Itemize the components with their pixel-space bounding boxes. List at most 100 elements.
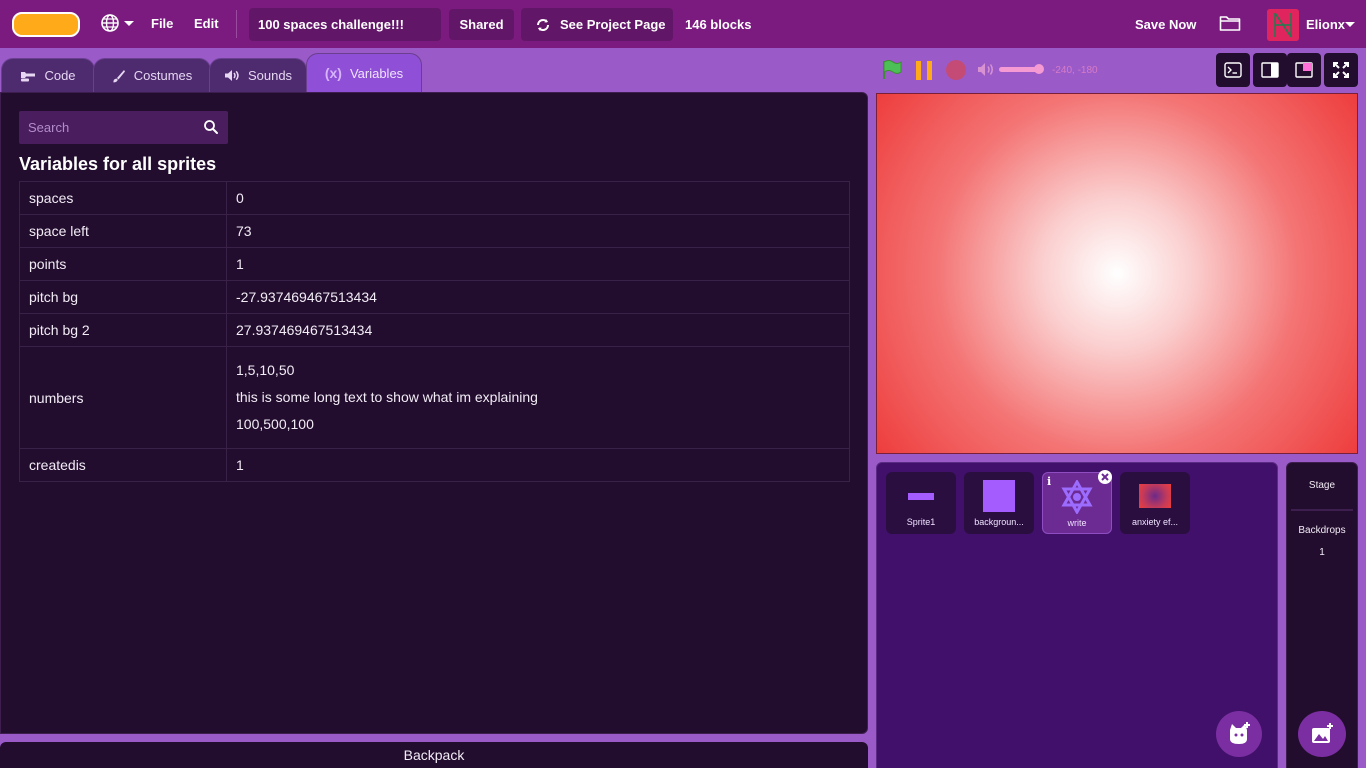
sprite-thumbnail — [1043, 479, 1111, 515]
sprite-card[interactable]: anxiety ef... — [1120, 472, 1190, 534]
variable-value[interactable]: -27.937469467513434 — [226, 280, 850, 314]
variable-name: pitch bg — [19, 280, 227, 314]
search-placeholder: Search — [28, 120, 70, 135]
sprite-thumbnail — [886, 478, 956, 514]
tab-sounds-label: Sounds — [247, 68, 293, 83]
variable-name: space left — [19, 214, 227, 248]
table-row: space left 73 — [19, 214, 850, 248]
search-icon — [204, 120, 218, 134]
variable-icon: (x) — [324, 65, 342, 81]
stage-label: Stage — [1308, 480, 1336, 491]
backdrops-label: Backdrops — [1298, 525, 1346, 536]
list-item: 100,500,100 — [236, 416, 314, 432]
sprite-thumbnail — [964, 478, 1034, 514]
variable-name: pitch bg 2 — [19, 313, 227, 347]
sprite-card[interactable]: Sprite1 — [886, 472, 956, 534]
table-row: pitch bg 2 27.937469467513434 — [19, 313, 850, 347]
menu-bar: File Edit 100 spaces challenge!!! Shared… — [0, 0, 1366, 48]
small-stage-button[interactable] — [1253, 53, 1287, 87]
variables-heading: Variables for all sprites — [19, 154, 217, 174]
terminal-icon — [1224, 62, 1242, 78]
list-item: 1,5,10,50 — [236, 362, 295, 378]
table-row: spaces 0 — [19, 181, 850, 215]
variable-name: points — [19, 247, 227, 281]
username[interactable]: Elionx — [1306, 17, 1345, 32]
globe-icon — [101, 14, 119, 32]
variable-value[interactable]: 1 — [226, 448, 850, 482]
file-menu[interactable]: File — [151, 16, 173, 31]
language-menu[interactable] — [100, 13, 134, 33]
volume-icon[interactable] — [977, 62, 995, 82]
large-stage-button[interactable] — [1287, 53, 1321, 87]
variables-table: spaces 0 space left 73 points 1 pitch bg… — [19, 181, 850, 482]
small-stage-icon — [1261, 62, 1279, 78]
shared-button[interactable]: Shared — [449, 9, 514, 40]
sprite-name: anxiety ef... — [1131, 517, 1179, 527]
volume-slider-handle[interactable] — [1033, 64, 1044, 74]
project-title-input[interactable]: 100 spaces challenge!!! — [249, 8, 441, 41]
table-row: points 1 — [19, 247, 850, 281]
folder-icon[interactable] — [1219, 14, 1241, 37]
search-input[interactable]: Search — [19, 111, 228, 144]
stage-divider — [1291, 509, 1353, 511]
list-value[interactable]: 1,5,10,50 this is some long text to show… — [226, 346, 850, 449]
sprite-name: write — [1067, 518, 1087, 528]
mouse-coordinates: -240, -180 — [1052, 65, 1098, 76]
star-icon — [1061, 480, 1093, 514]
variables-panel: Search Variables for all sprites spaces … — [0, 92, 868, 734]
large-stage-icon — [1295, 62, 1313, 78]
avatar[interactable] — [1267, 9, 1299, 41]
menu-divider — [236, 10, 237, 38]
pause-icon[interactable] — [915, 61, 935, 86]
see-project-page-button[interactable]: See Project Page — [521, 8, 673, 41]
tab-code-label: Code — [44, 68, 76, 83]
add-backdrop-button[interactable] — [1298, 711, 1346, 757]
sprite-card[interactable]: backgroun... — [964, 472, 1034, 534]
table-row: numbers 1,5,10,50 this is some long text… — [19, 346, 850, 449]
stop-icon[interactable] — [946, 60, 966, 80]
fullscreen-button[interactable] — [1324, 53, 1358, 87]
console-button[interactable] — [1216, 53, 1250, 87]
stage-pane[interactable]: Stage Backdrops 1 — [1286, 462, 1358, 768]
sprite-name: Sprite1 — [906, 517, 936, 527]
variable-value[interactable]: 27.937469467513434 — [226, 313, 850, 347]
sprite-pane: Sprite1 backgroun... i write anxiety ef.… — [876, 462, 1278, 768]
save-now-button[interactable]: Save Now — [1135, 17, 1196, 32]
speaker-icon — [224, 70, 239, 81]
sprite-name: backgroun... — [974, 517, 1024, 527]
sprite-thumbnail — [1120, 478, 1190, 514]
tab-variables-label: Variables — [349, 65, 404, 81]
see-project-page-label: See Project Page — [560, 17, 666, 32]
variable-name: numbers — [19, 346, 227, 449]
tab-code[interactable]: Code — [1, 58, 95, 92]
table-row: pitch bg -27.937469467513434 — [19, 280, 850, 314]
add-sprite-button[interactable] — [1216, 711, 1262, 757]
edit-menu[interactable]: Edit — [194, 16, 219, 31]
backdrops-count: 1 — [1319, 547, 1325, 558]
cat-plus-icon — [1230, 722, 1250, 744]
sprite-card-selected[interactable]: i write — [1042, 470, 1112, 534]
variable-value[interactable]: 0 — [226, 181, 850, 215]
variable-name: createdis — [19, 448, 227, 482]
stage-canvas[interactable] — [876, 93, 1358, 454]
tab-costumes[interactable]: Costumes — [93, 58, 211, 92]
backpack-header[interactable]: Backpack — [0, 742, 868, 768]
chevron-down-icon — [124, 20, 134, 26]
code-icon — [21, 71, 36, 81]
arrows-icon — [537, 18, 549, 31]
fullscreen-icon — [1333, 62, 1349, 78]
tab-sounds[interactable]: Sounds — [209, 58, 307, 92]
tab-costumes-label: Costumes — [133, 68, 193, 83]
variable-value[interactable]: 73 — [226, 214, 850, 248]
scratch-logo[interactable] — [12, 12, 80, 37]
brush-icon — [113, 69, 125, 82]
tab-variables[interactable]: (x) Variables — [306, 53, 422, 92]
variable-value[interactable]: 1 — [226, 247, 850, 281]
chevron-down-icon[interactable] — [1345, 22, 1355, 27]
table-row: createdis 1 — [19, 448, 850, 482]
green-flag-icon[interactable] — [881, 59, 903, 86]
variable-name: spaces — [19, 181, 227, 215]
blocks-count: 146 blocks — [685, 17, 752, 32]
image-plus-icon — [1312, 723, 1333, 743]
list-item: this is some long text to show what im e… — [236, 389, 538, 405]
